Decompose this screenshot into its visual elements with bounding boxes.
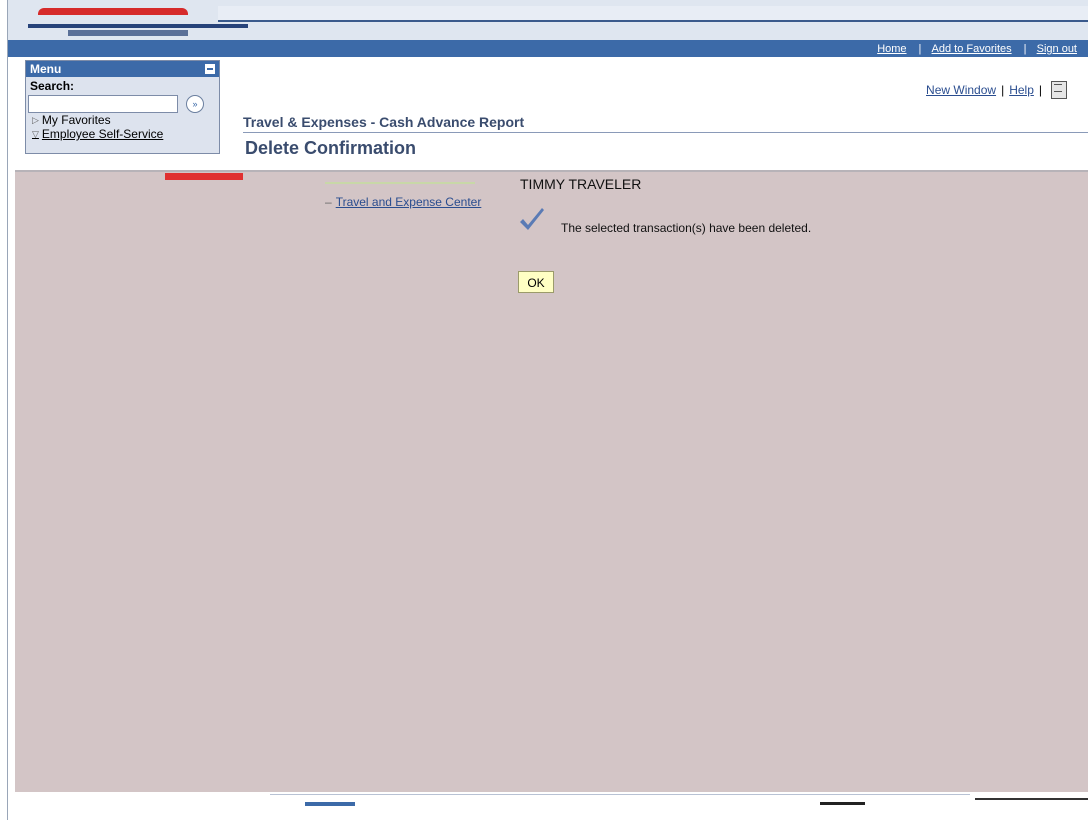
red-accent-bar <box>165 173 243 180</box>
title-divider <box>243 132 1088 133</box>
breadcrumb: – Travel and Expense Center <box>325 195 481 209</box>
render-artifact <box>270 794 970 795</box>
render-artifact <box>325 182 475 184</box>
banner-swoosh <box>218 6 1088 22</box>
render-artifact <box>975 798 1088 800</box>
collapse-menu-icon[interactable] <box>205 64 215 74</box>
top-banner <box>8 0 1088 40</box>
menu-item-employee-self-service[interactable]: ▽ Employee Self-Service <box>26 127 219 141</box>
render-artifact <box>15 170 1088 172</box>
menu-item-my-favorites[interactable]: ▷ My Favorites <box>26 113 219 127</box>
http-icon[interactable] <box>1051 81 1067 99</box>
confirmation-message: The selected transaction(s) have been de… <box>561 221 812 235</box>
menu-item-label: Employee Self-Service <box>41 127 164 141</box>
search-row: » <box>26 93 219 113</box>
render-artifact <box>820 802 865 805</box>
link-separator: | <box>1001 83 1005 97</box>
content-area: – Travel and Expense Center TIMMY TRAVEL… <box>15 170 1088 792</box>
app-title: Travel & Expenses - Cash Advance Report <box>243 114 525 130</box>
portal-frame: Home | Add to Favorites | Sign out Menu … <box>7 0 1088 820</box>
home-link[interactable]: Home <box>865 43 918 55</box>
ok-button[interactable]: OK <box>518 271 554 293</box>
menu-item-label: My Favorites <box>41 113 111 127</box>
bottom-strip <box>15 792 1088 820</box>
search-go-icon[interactable]: » <box>186 95 204 113</box>
menu-title: Menu <box>30 62 62 76</box>
menu-header: Menu <box>26 61 219 77</box>
link-separator: | <box>1038 83 1042 97</box>
left-menu: Menu Search: » ▷ My Favorites ▽ Employee… <box>25 60 220 154</box>
page-title: Delete Confirmation <box>245 138 417 154</box>
add-to-favorites-link[interactable]: Add to Favorites <box>920 43 1024 55</box>
help-link[interactable]: Help <box>1009 83 1034 97</box>
universal-nav: Home | Add to Favorites | Sign out <box>865 40 1088 57</box>
breadcrumb-dash: – <box>325 195 332 209</box>
search-label: Search: <box>30 79 75 93</box>
user-name: TIMMY TRAVELER <box>520 176 642 192</box>
checkmark-icon <box>520 208 544 230</box>
nav-strip: Home | Add to Favorites | Sign out <box>8 40 1088 57</box>
triangle-down-icon: ▽ <box>32 129 39 139</box>
sign-out-link[interactable]: Sign out <box>1025 43 1088 55</box>
render-artifact <box>305 802 355 806</box>
header-links: New Window | Help | <box>926 81 1067 99</box>
new-window-link[interactable]: New Window <box>926 83 996 97</box>
triangle-right-icon: ▷ <box>32 115 39 125</box>
menu-search-input[interactable] <box>28 95 178 113</box>
travel-expense-center-link[interactable]: Travel and Expense Center <box>336 195 482 209</box>
